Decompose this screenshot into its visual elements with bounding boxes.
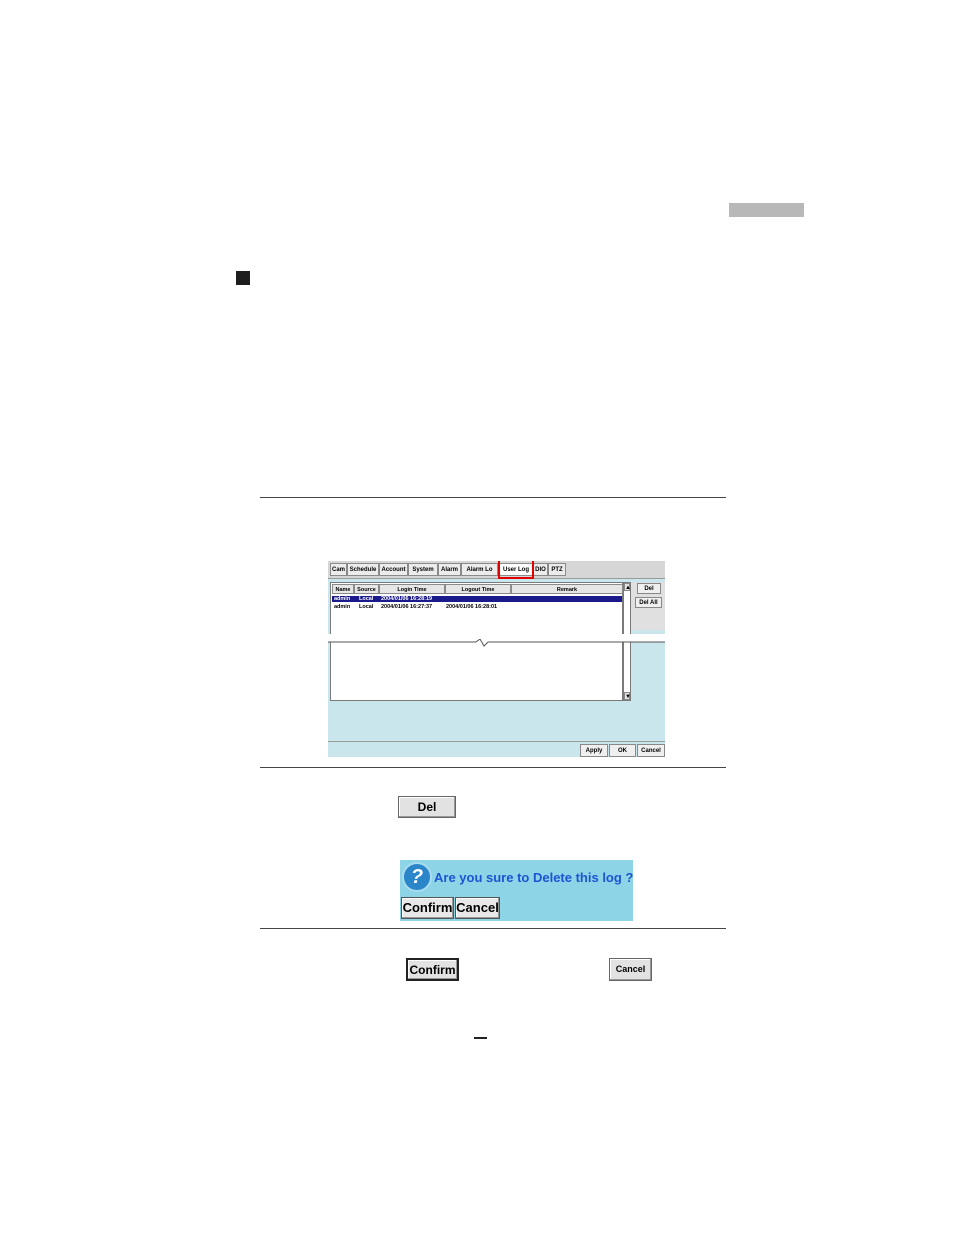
column-name[interactable]: Name [332,584,354,594]
cell-login: 2004/01/06 16:28:19 [381,596,433,602]
cell-name: admin [334,604,351,610]
scroll-down-icon[interactable]: ▼ [624,692,631,700]
section-bullet [236,271,250,285]
tab-alarm-log[interactable]: Alarm Lo [461,563,498,576]
table-header: Name Source Login Time Logout Time Remar… [332,584,623,594]
del-all-button[interactable]: Del All [635,597,662,608]
dialog-confirm-button[interactable]: Confirm [401,897,454,919]
page-number-mark [474,1037,487,1039]
cell-name: admin [334,596,351,602]
cell-logout: 2004/01/06 16:28:01 [446,604,498,610]
column-logout-time[interactable]: Logout Time [445,584,511,594]
column-login-time[interactable]: Login Time [379,584,445,594]
bottom-bar: Apply OK Cancel [328,741,665,757]
tab-system[interactable]: System [408,563,438,576]
tab-dio[interactable]: DIO [533,563,548,576]
divider-top [260,497,726,498]
column-source[interactable]: Source [354,584,379,594]
del-button[interactable]: Del [398,796,456,818]
cancel-button[interactable]: Cancel [609,958,652,981]
tab-ptz[interactable]: PTZ [548,563,566,576]
confirm-button[interactable]: Confirm [406,958,459,981]
tab-schedule[interactable]: Schedule [347,563,379,576]
column-remark[interactable]: Remark [511,584,623,594]
cell-login: 2004/01/06 16:27:37 [381,604,433,610]
divider-middle [260,767,726,768]
section-tab-marker [729,203,804,217]
active-tab-highlight [498,561,534,579]
tab-bar: Cam Schedule Account System Alarm Alarm … [328,561,665,579]
divider-bottom [260,928,726,929]
del-button-small[interactable]: Del [637,583,661,594]
tab-cam[interactable]: Cam [330,563,347,576]
question-icon: ? [402,862,432,892]
cell-source: Local [359,604,374,610]
table-row[interactable]: admin Local 2004/01/06 16:28:19 [332,596,622,602]
tab-account[interactable]: Account [379,563,408,576]
delete-confirm-dialog: ? Are you sure to Delete this log ? Conf… [400,860,633,921]
ok-button[interactable]: OK [609,744,636,757]
user-log-panel: Cam Schedule Account System Alarm Alarm … [328,561,665,757]
cell-source: Local [359,596,374,602]
tab-alarm[interactable]: Alarm [438,563,461,576]
dialog-cancel-button[interactable]: Cancel [455,897,500,919]
apply-button[interactable]: Apply [580,744,608,757]
cancel-button-small[interactable]: Cancel [637,744,665,757]
screenshot-break [328,634,665,647]
dialog-message: Are you sure to Delete this log ? [434,870,633,885]
side-button-column: Del Del All [631,582,665,630]
scroll-up-icon[interactable]: ▲ [624,583,631,591]
